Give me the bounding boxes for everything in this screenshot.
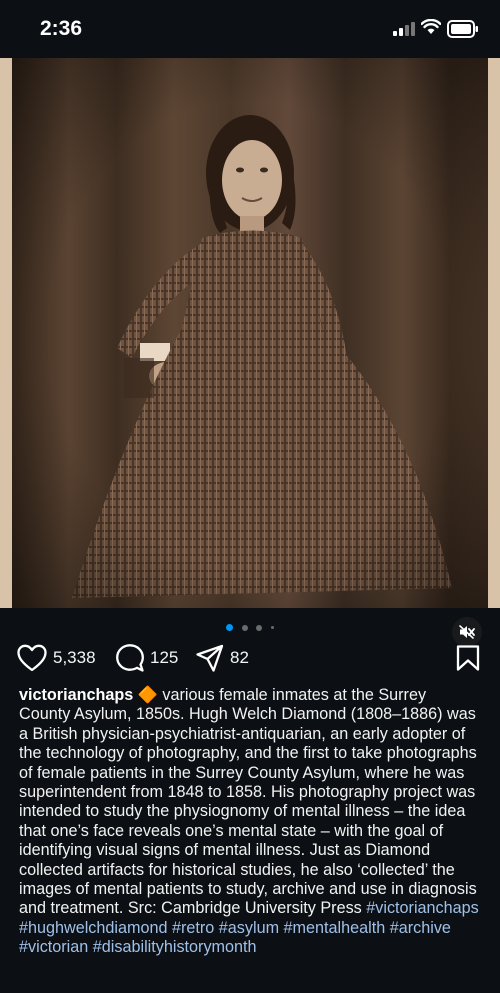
like-count[interactable]: 5,338 — [53, 648, 96, 668]
comment-button[interactable]: 125 — [116, 642, 178, 674]
share-button[interactable]: 82 — [196, 642, 249, 674]
battery-icon — [447, 20, 478, 38]
like-button[interactable]: 5,338 — [17, 642, 96, 674]
orange-diamond-badge-icon: 🔶 — [137, 686, 158, 704]
post-caption: victorianchaps 🔶 various female inmates … — [19, 686, 481, 958]
carousel-dot-active — [226, 624, 234, 632]
victorian-portrait-image — [12, 58, 488, 608]
comment-bubble-icon — [116, 644, 144, 672]
wifi-icon — [421, 19, 441, 34]
bookmark-icon — [456, 645, 480, 671]
save-button[interactable] — [456, 645, 480, 676]
post-photo[interactable] — [12, 58, 488, 608]
status-time: 2:36 — [40, 17, 83, 40]
status-bar: 2:36 — [0, 0, 500, 58]
send-paper-plane-icon — [196, 644, 224, 672]
post-actions: 5,338 125 82 — [0, 642, 500, 674]
caption-text: various female inmates at the Surrey Cou… — [19, 686, 477, 918]
cellular-signal-icon — [393, 22, 415, 36]
heart-icon — [17, 644, 47, 672]
carousel-dot — [256, 624, 263, 631]
share-count[interactable]: 82 — [230, 648, 249, 668]
carousel-indicator — [0, 619, 500, 632]
post-username[interactable]: victorianchaps — [19, 686, 133, 704]
post-media[interactable] — [0, 58, 500, 647]
carousel-dot — [270, 626, 274, 630]
comment-count[interactable]: 125 — [150, 648, 178, 668]
carousel-dot — [241, 624, 248, 631]
